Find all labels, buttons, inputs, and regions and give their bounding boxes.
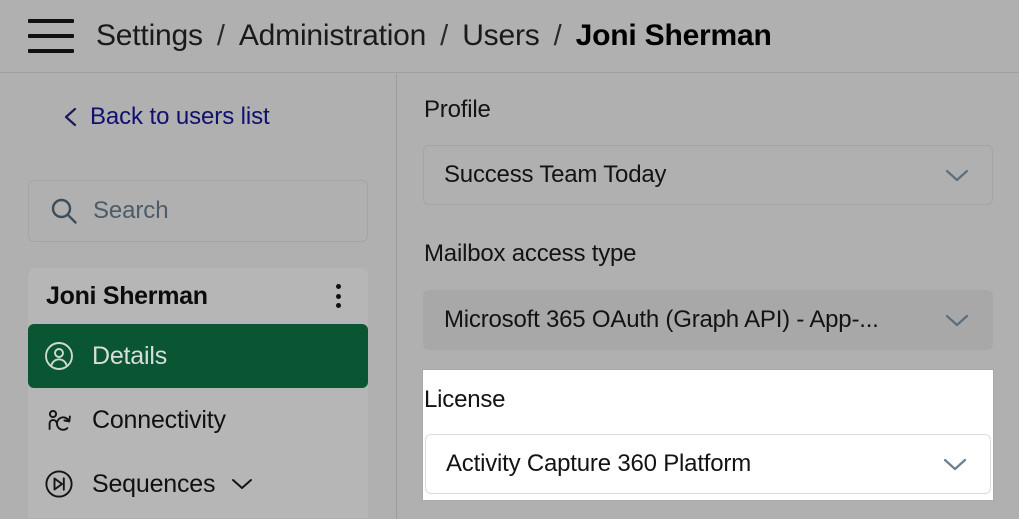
chevron-down-icon: [945, 314, 969, 327]
hamburger-bar-3: [28, 49, 74, 53]
sidebar-item-sequences-label: Sequences: [92, 469, 216, 498]
license-select[interactable]: Activity Capture 360 Platform: [425, 434, 991, 494]
mailbox-access-type-field-label: Mailbox access type: [424, 240, 637, 267]
profile-select-value: Success Team Today: [444, 161, 667, 188]
breadcrumb-item-users[interactable]: Users: [462, 19, 540, 53]
user-sync-icon: [42, 403, 76, 437]
breadcrumb-separator: /: [553, 19, 562, 52]
breadcrumb-separator: /: [216, 19, 225, 52]
chevron-left-icon: [64, 107, 77, 127]
license-field-label: License: [424, 386, 506, 413]
mailbox-access-type-select-value: Microsoft 365 OAuth (Graph API) - App-..…: [444, 306, 879, 333]
user-panel-header: Joni Sherman: [28, 268, 368, 324]
back-to-users-list-link[interactable]: Back to users list: [62, 103, 270, 131]
mailbox-access-type-select[interactable]: Microsoft 365 OAuth (Graph API) - App-..…: [423, 290, 993, 350]
search-placeholder: Search: [93, 197, 169, 224]
profile-field-label: Profile: [424, 96, 491, 123]
hamburger-bar-1: [28, 19, 74, 23]
sidebar-item-connectivity[interactable]: Connectivity: [28, 388, 368, 452]
hamburger-icon[interactable]: [28, 19, 76, 53]
breadcrumb-item-current: Joni Sherman: [575, 19, 772, 52]
search-icon: [51, 198, 77, 224]
chevron-down-icon: [945, 169, 969, 182]
sidebar-item-details[interactable]: Details: [28, 324, 368, 388]
user-circle-icon: [42, 339, 76, 373]
back-to-users-list-label: Back to users list: [90, 103, 270, 130]
chevron-down-icon: [943, 458, 967, 471]
user-name-label: Joni Sherman: [46, 281, 208, 310]
breadcrumb: Settings / Administration / Users / Joni…: [96, 19, 772, 53]
breadcrumb-item-administration[interactable]: Administration: [239, 19, 426, 53]
kebab-dot-1: [335, 284, 341, 289]
breadcrumb-item-settings[interactable]: Settings: [96, 19, 203, 53]
kebab-dot-3: [335, 303, 341, 308]
hamburger-bar-2: [28, 34, 74, 38]
play-skip-circle-icon: [42, 467, 76, 501]
top-bar: Settings / Administration / Users / Joni…: [0, 0, 1019, 73]
sidebar-item-details-label: Details: [92, 341, 168, 370]
breadcrumb-separator: /: [440, 19, 449, 52]
user-nav-panel: Joni Sherman Details Connectivity Sequen…: [28, 268, 368, 518]
user-details-page: Settings / Administration / Users / Joni…: [0, 0, 1019, 519]
profile-select[interactable]: Success Team Today: [423, 145, 993, 205]
license-select-value: Activity Capture 360 Platform: [446, 450, 751, 477]
kebab-menu-icon[interactable]: [326, 281, 350, 311]
sidebar-item-connectivity-label: Connectivity: [92, 405, 226, 434]
chevron-down-icon[interactable]: [231, 473, 253, 495]
kebab-dot-2: [335, 293, 341, 299]
search-input[interactable]: Search: [28, 180, 368, 242]
sidebar-item-sequences[interactable]: Sequences: [28, 452, 368, 516]
